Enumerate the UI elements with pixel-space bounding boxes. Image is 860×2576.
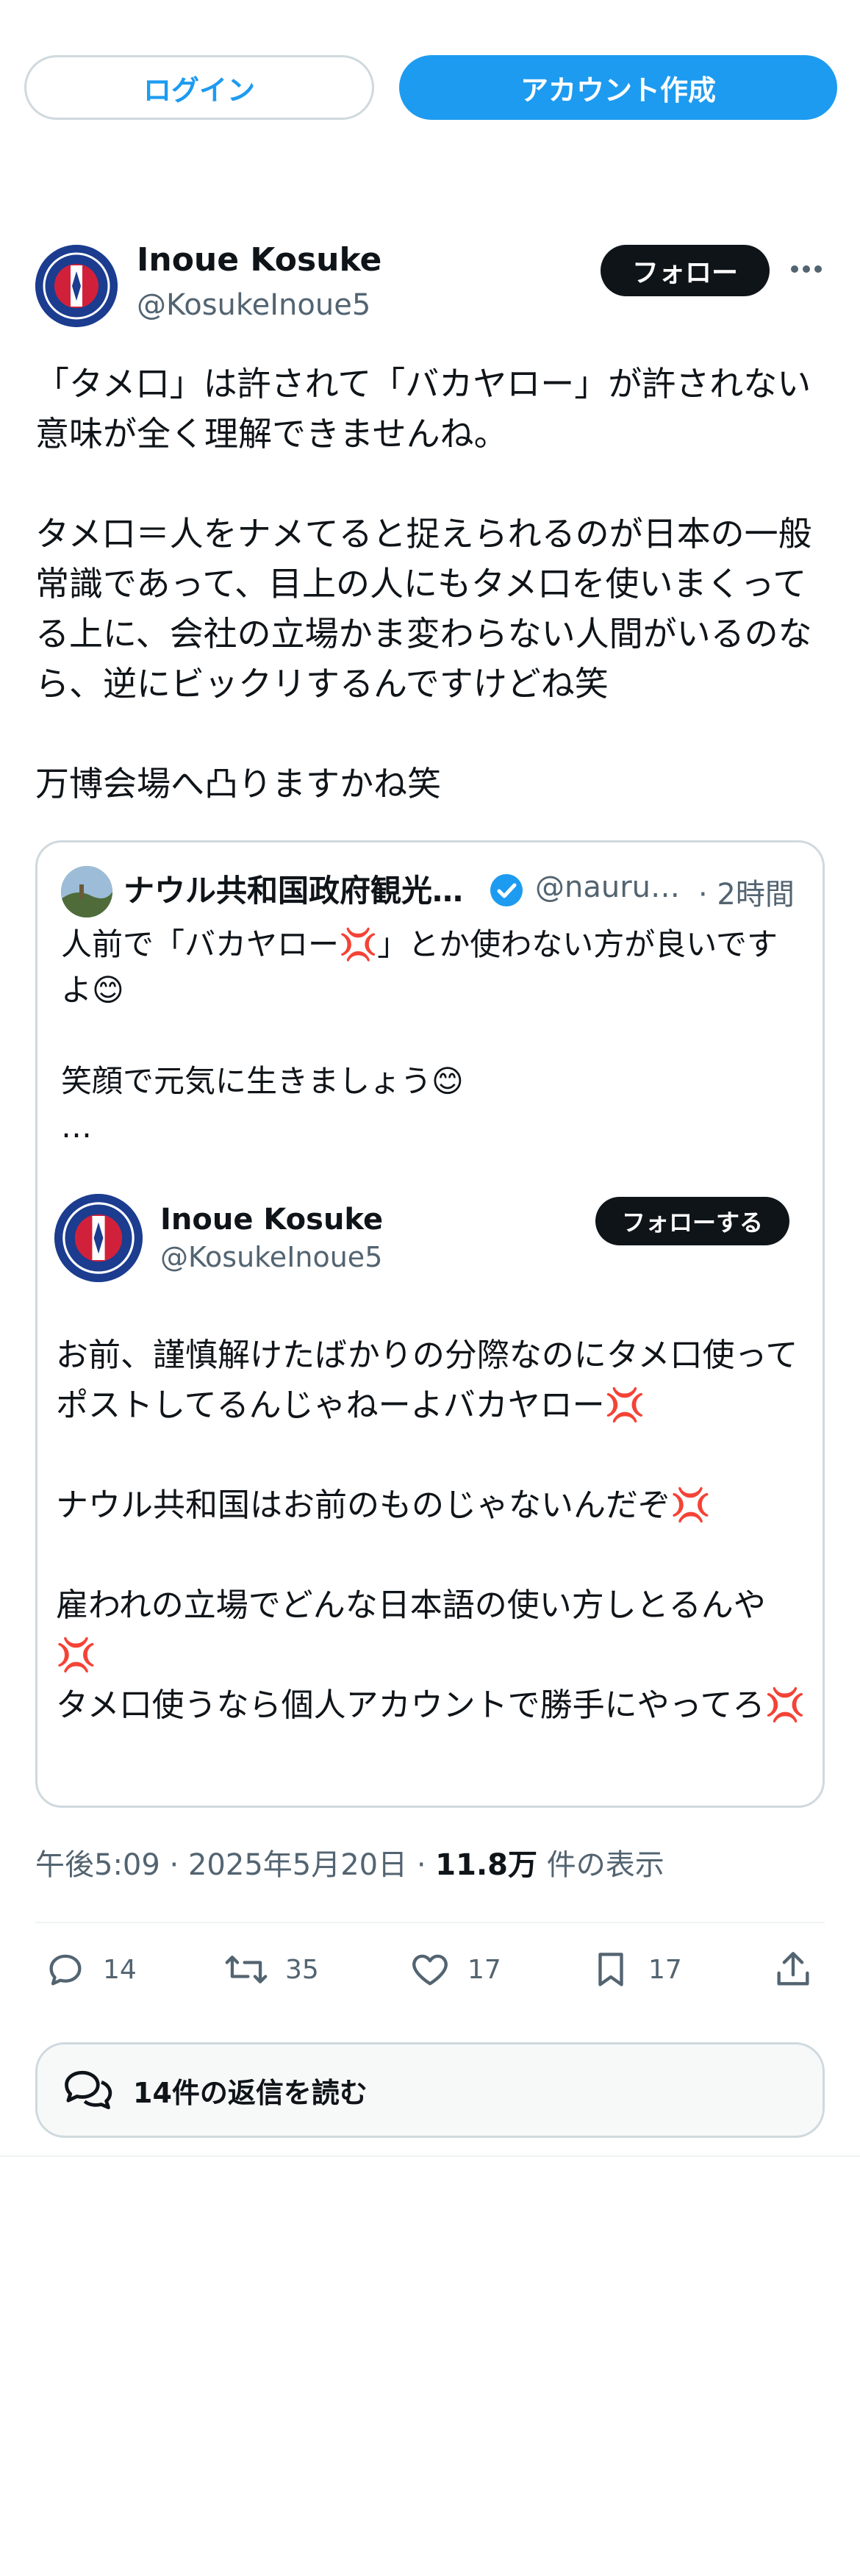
quote-author-handle: @nauru… — [535, 870, 681, 904]
like-count: 17 — [467, 1954, 501, 1985]
tweet-text: 「タメ口」は許されて「バカヤロー」が許されない意味が全く理解できませんね。 タメ… — [35, 364, 812, 804]
inner-follow-button: フォローする — [595, 1197, 789, 1245]
login-button[interactable]: ログイン — [24, 55, 374, 120]
tweet-date[interactable]: 2025年5月20日 — [188, 1848, 407, 1882]
share-button[interactable] — [772, 1948, 814, 1991]
signup-button[interactable]: アカウント作成 — [399, 55, 837, 120]
psg-logo-icon — [54, 1194, 143, 1282]
tweet-time[interactable]: 午後5:09 — [35, 1848, 160, 1882]
inner-author-name: Inoue Kosuke — [160, 1203, 384, 1237]
meta-separator: · — [416, 1848, 426, 1882]
divider — [35, 1922, 825, 1923]
quote-text: 人前で「バカヤロー💢」とか使わない方が良いですよ😊 笑顔で元気に生きましょう😊 … — [61, 926, 778, 1145]
inner-author-handle: @KosukeInoue5 — [160, 1241, 383, 1273]
views-label: 件の表示 — [546, 1848, 664, 1882]
views-count: 11.8万 — [435, 1848, 537, 1882]
divider — [0, 2155, 860, 2157]
read-replies-label: 14件の返信を読む — [133, 2076, 368, 2109]
heart-icon — [412, 1954, 448, 1986]
chat-bubbles-icon — [65, 2070, 112, 2110]
retweet-icon — [225, 1956, 268, 1983]
reply-count: 14 — [103, 1954, 137, 1985]
bookmark-count: 17 — [648, 1954, 682, 1985]
author-name[interactable]: Inoue Kosuke — [137, 241, 381, 279]
quote-avatar — [61, 866, 112, 917]
read-replies-button[interactable]: 14件の返信を読む — [35, 2042, 825, 2138]
verified-badge-icon — [490, 873, 523, 907]
tweet-meta: 午後5:09 · 2025年5月20日 · 11.8万 件の表示 — [35, 1841, 664, 1883]
nauru-avatar-icon — [61, 866, 112, 917]
inner-tweet-text: お前、謹慎解けたばかりの分際なのにタメ口使ってポストしてるんじゃねーよバカヤロー… — [56, 1337, 806, 1724]
avatar[interactable] — [35, 245, 118, 327]
author-handle[interactable]: @KosukeInoue5 — [137, 288, 370, 322]
more-dots-icon[interactable] — [789, 254, 823, 284]
bookmark-button[interactable]: 17 — [590, 1948, 682, 1991]
retweet-button[interactable]: 35 — [223, 1948, 319, 1991]
bookmark-icon — [598, 1953, 623, 1986]
share-icon — [777, 1952, 809, 1986]
reply-icon — [49, 1954, 82, 1986]
retweet-count: 35 — [285, 1954, 319, 1985]
follow-button[interactable]: フォロー — [601, 245, 770, 296]
inner-avatar — [54, 1194, 143, 1282]
quote-time: · 2時間 — [698, 878, 795, 912]
quote-author-name: ナウル共和国政府観光… — [123, 873, 464, 909]
psg-logo-icon — [35, 245, 118, 327]
like-button[interactable]: 17 — [409, 1948, 501, 1991]
reply-button[interactable]: 14 — [44, 1948, 137, 1991]
meta-separator: · — [169, 1848, 179, 1882]
